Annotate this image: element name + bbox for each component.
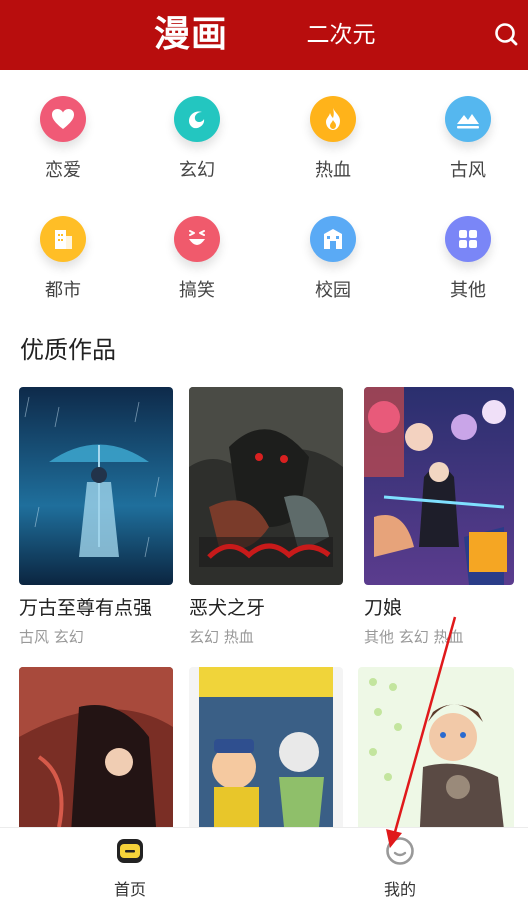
flame-icon (310, 96, 356, 142)
category-label: 其他 (450, 280, 486, 301)
top-header: 漫画 二次元 (0, 0, 528, 70)
category-romance[interactable]: 恋爱 (13, 96, 113, 206)
section-title: 优质作品 (20, 336, 116, 364)
category-label: 热血 (315, 160, 351, 181)
work-card[interactable]: 恶犬之牙 玄幻 热血 (189, 387, 343, 647)
grid-icon (445, 216, 491, 262)
category-ancient[interactable]: 古风 (418, 96, 518, 206)
cover-image[interactable] (19, 387, 173, 585)
cover-image[interactable] (189, 387, 343, 585)
category-label: 玄幻 (179, 160, 215, 181)
cover-image[interactable] (364, 387, 514, 585)
work-tags: 其他 玄幻 热血 (364, 628, 464, 646)
work-title: 恶犬之牙 (189, 597, 266, 619)
work-tags: 玄幻 热血 (189, 628, 254, 646)
category-label: 恋爱 (45, 160, 81, 181)
category-other[interactable]: 其他 (418, 216, 518, 326)
category-label: 搞笑 (179, 280, 215, 301)
category-label: 校园 (315, 280, 351, 301)
swirl-icon (174, 96, 220, 142)
home-face-icon (115, 836, 145, 866)
work-card[interactable]: 刀娘 其他 玄幻 热血 (364, 387, 518, 647)
landscape-icon (445, 96, 491, 142)
tab-manga[interactable]: 漫画 (150, 10, 232, 60)
profile-face-icon (385, 836, 415, 866)
category-urban[interactable]: 都市 (13, 216, 113, 326)
category-fantasy[interactable]: 玄幻 (147, 96, 247, 206)
building-icon (40, 216, 86, 262)
smile-icon (174, 216, 220, 262)
category-action[interactable]: 热血 (283, 96, 383, 206)
heart-icon (40, 96, 86, 142)
nav-home-label: 首页 (113, 880, 146, 899)
work-title: 万古至尊有点强 (19, 597, 153, 619)
category-comedy[interactable]: 搞笑 (147, 216, 247, 326)
category-label: 都市 (45, 280, 81, 301)
school-icon (310, 216, 356, 262)
nav-mine[interactable]: 我的 (340, 836, 460, 900)
work-card[interactable]: 万古至尊有点强 古风 玄幻 (19, 387, 173, 647)
nav-home[interactable]: 首页 (70, 836, 190, 900)
work-tags: 古风 玄幻 (19, 628, 84, 646)
work-title: 刀娘 (364, 597, 403, 619)
category-campus[interactable]: 校园 (283, 216, 383, 326)
bottom-nav: 首页 我的 (0, 827, 528, 903)
tab-anime[interactable]: 二次元 (300, 14, 382, 56)
search-icon[interactable] (490, 18, 524, 52)
nav-mine-label: 我的 (383, 880, 416, 899)
category-label: 古风 (450, 160, 486, 181)
